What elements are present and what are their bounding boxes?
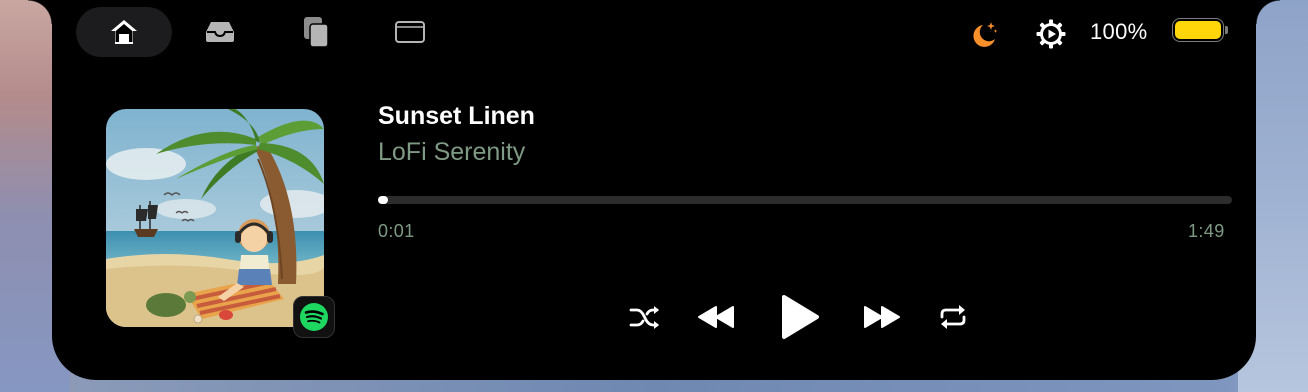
play-button[interactable] [776, 290, 824, 344]
home-icon [111, 20, 137, 44]
battery-indicator [1172, 18, 1228, 44]
tray-icon [206, 22, 234, 42]
track-title: Sunset Linen [378, 102, 535, 130]
tab-tray[interactable] [172, 7, 268, 57]
settings-button[interactable] [1035, 18, 1067, 50]
tab-documents[interactable] [268, 7, 364, 57]
tab-window[interactable] [362, 7, 458, 57]
window-icon [395, 21, 425, 43]
do-not-disturb-toggle[interactable] [969, 20, 999, 48]
track-artist: LoFi Serenity [378, 138, 526, 166]
app-badge[interactable] [293, 296, 335, 338]
shuffle-button[interactable] [626, 300, 664, 334]
tab-home[interactable] [76, 7, 172, 57]
album-art[interactable] [106, 109, 324, 327]
documents-icon [304, 17, 329, 48]
elapsed-time: 0:01 [378, 221, 415, 241]
battery-tip [1225, 26, 1228, 34]
progress-fill [378, 196, 388, 204]
spotify-icon [300, 303, 328, 331]
total-duration: 1:49 [1188, 221, 1225, 241]
fast-forward-icon [864, 306, 900, 328]
notch-panel: 100% Sunset Linen LoFi Serenity 0:01 1:4… [28, 0, 1280, 380]
gear-play-icon [1036, 19, 1066, 49]
battery-fill [1175, 21, 1221, 39]
repeat-button[interactable] [934, 300, 972, 334]
battery-percentage: 100% [1090, 19, 1148, 44]
play-icon [782, 295, 819, 339]
progress-bar[interactable] [378, 196, 1232, 204]
rewind-icon [698, 306, 734, 328]
album-art-illustration [106, 109, 324, 327]
shuffle-icon [629, 306, 659, 329]
next-button[interactable] [860, 300, 904, 334]
repeat-icon [940, 305, 966, 329]
moon-stars-icon [973, 22, 998, 47]
previous-button[interactable] [694, 300, 738, 334]
